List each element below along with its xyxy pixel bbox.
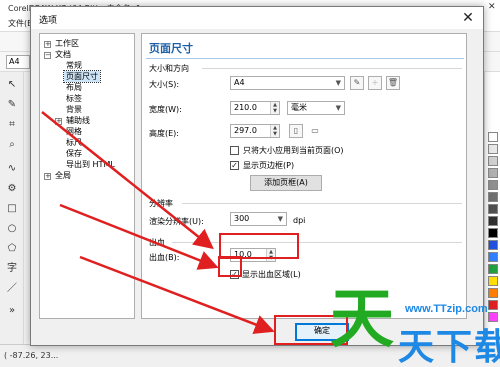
section-divider <box>202 68 462 69</box>
height-label: 高度(E): <box>149 129 179 138</box>
swatch-white[interactable] <box>488 132 498 142</box>
width-label: 宽度(W): <box>149 105 182 114</box>
height-spinner-icon[interactable]: ▲ ▼ <box>270 125 279 137</box>
render-resolution-label: 渲染分辨率(U): <box>149 217 204 226</box>
swatch-gray-60[interactable] <box>488 192 498 202</box>
chevron-down-icon: ▼ <box>277 215 283 223</box>
only-current-page-label: 只将大小应用到当前页面(O) <box>243 146 344 155</box>
section-resolution: 分辨率 <box>149 199 173 208</box>
section-size-orientation: 大小和方向 <box>149 64 189 73</box>
watermark-text: 天下载 <box>398 327 500 367</box>
watermark-logo: 天 <box>330 283 394 357</box>
swatch-gray-20[interactable] <box>488 156 498 166</box>
cursor-coordinates: ( -87.26, 23... <box>4 351 59 360</box>
section-bleed: 出血 <box>149 238 165 247</box>
swatch-blue[interactable] <box>488 240 498 250</box>
page-size-panel: 页面尺寸 大小和方向 大小(S): A4 ▼ ✎ + 🗑 宽度(W): 210.… <box>141 33 467 319</box>
bleed-label: 出血(B): <box>149 253 180 262</box>
tree-item-page-size[interactable]: 页面尺寸 <box>63 70 101 83</box>
title-divider <box>146 58 464 59</box>
unit-select-value: 毫米 <box>291 103 307 112</box>
paper-size-select[interactable]: A4 <box>6 55 30 69</box>
size-label: 大小(S): <box>149 80 180 89</box>
expand-icon[interactable]: + <box>55 118 62 125</box>
shape-tool-icon[interactable]: ✎ <box>5 98 19 112</box>
options-dialog: 选项 ✕ + 工作区 − 文档 常规 页面尺寸 布局 标签 背景 + 辅助线 网… <box>30 6 484 346</box>
tree-item-grid[interactable]: 网格 <box>66 126 82 137</box>
swatch-light-blue[interactable] <box>488 252 498 262</box>
tree-item-general[interactable]: 常规 <box>66 60 82 71</box>
tree-item-export-html[interactable]: 导出到 HTML <box>66 159 115 170</box>
tree-item-label[interactable]: 标签 <box>66 93 82 104</box>
unit-select[interactable]: 毫米 ▼ <box>287 101 345 115</box>
render-resolution-value: 300 <box>234 214 250 223</box>
section-divider <box>182 203 462 204</box>
chevron-down-icon: ▼ <box>335 79 341 87</box>
crop-tool-icon[interactable]: ⌗ <box>5 118 19 132</box>
height-value: 297.0 <box>234 126 257 135</box>
add-preset-icon[interactable]: + <box>368 76 382 90</box>
tree-item-layout[interactable]: 布局 <box>66 82 82 93</box>
delete-preset-icon[interactable]: 🗑 <box>386 76 400 90</box>
add-page-frame-button[interactable]: 添加页框(A) <box>250 175 322 191</box>
swatch-gray-10[interactable] <box>488 144 498 154</box>
dialog-titlebar: 选项 ✕ <box>31 7 483 29</box>
swatch-orange[interactable] <box>488 288 498 298</box>
show-bleed-area-label: 显示出血区域(L) <box>242 270 301 279</box>
section-divider <box>172 242 462 243</box>
text-tool-icon[interactable]: 字 <box>5 262 19 276</box>
tree-item-workspace[interactable]: 工作区 <box>55 38 79 49</box>
collapse-icon[interactable]: − <box>44 52 51 59</box>
show-page-border-label: 显示页边框(P) <box>243 161 295 170</box>
expand-icon[interactable]: + <box>44 173 51 180</box>
toolbox: ↖ ✎ ⌗ ⌕ ∿ ⚙ □ ○ ⬠ 字 ／ » <box>0 72 24 344</box>
expand-icon[interactable]: + <box>44 41 51 48</box>
tree-item-rulers[interactable]: 标尺 <box>66 137 82 148</box>
pick-tool-icon[interactable]: ↖ <box>5 78 19 92</box>
watermark-url: www.TTzip.com <box>405 303 488 315</box>
show-page-border-checkbox[interactable]: ✓ <box>230 161 239 170</box>
render-resolution-select[interactable]: 300 ▼ <box>230 212 287 226</box>
panel-title: 页面尺寸 <box>149 42 193 55</box>
width-input[interactable]: 210.0 ▲ ▼ <box>230 101 280 115</box>
landscape-orientation-icon[interactable]: ▭ <box>308 124 322 138</box>
height-input[interactable]: 297.0 ▲ ▼ <box>230 124 280 138</box>
swatch-gray-50[interactable] <box>488 180 498 190</box>
tree-item-save[interactable]: 保存 <box>66 148 82 159</box>
more-tools-icon[interactable]: » <box>5 304 19 318</box>
swatch-red[interactable] <box>488 300 498 310</box>
tree-item-document[interactable]: 文档 <box>55 49 71 60</box>
bleed-checkbox-highlight <box>218 256 242 277</box>
line-tool-icon[interactable]: ／ <box>5 282 19 296</box>
close-icon[interactable]: ✕ <box>457 8 479 28</box>
options-tree: + 工作区 − 文档 常规 页面尺寸 布局 标签 背景 + 辅助线 网格 标尺 … <box>39 33 135 319</box>
tree-item-global[interactable]: 全局 <box>55 170 71 181</box>
swatch-green[interactable] <box>488 264 498 274</box>
polygon-tool-icon[interactable]: ⬠ <box>5 242 19 256</box>
render-resolution-unit: dpi <box>293 216 306 225</box>
chevron-down-icon: ▼ <box>335 104 341 112</box>
tree-item-background[interactable]: 背景 <box>66 104 82 115</box>
swatch-black[interactable] <box>488 228 498 238</box>
zoom-tool-icon[interactable]: ⌕ <box>5 138 19 152</box>
width-value: 210.0 <box>234 103 257 112</box>
app-close-icon[interactable]: ✕ <box>488 2 496 12</box>
rectangle-tool-icon[interactable]: □ <box>5 202 19 216</box>
swatch-yellow[interactable] <box>488 276 498 286</box>
only-current-page-checkbox[interactable] <box>230 146 239 155</box>
size-select-value: A4 <box>234 78 245 87</box>
smart-fill-icon[interactable]: ⚙ <box>5 182 19 196</box>
save-preset-icon[interactable]: ✎ <box>350 76 364 90</box>
swatch-gray-70[interactable] <box>488 204 498 214</box>
tree-item-guidelines[interactable]: 辅助线 <box>66 115 90 126</box>
swatch-gray-30[interactable] <box>488 168 498 178</box>
freehand-tool-icon[interactable]: ∿ <box>5 162 19 176</box>
portrait-orientation-icon[interactable]: ▯ <box>289 124 303 138</box>
ellipse-tool-icon[interactable]: ○ <box>5 222 19 236</box>
size-select[interactable]: A4 ▼ <box>230 76 345 90</box>
width-spinner-icon[interactable]: ▲ ▼ <box>270 102 279 114</box>
swatch-gray-80[interactable] <box>488 216 498 226</box>
dialog-title: 选项 <box>39 16 58 26</box>
